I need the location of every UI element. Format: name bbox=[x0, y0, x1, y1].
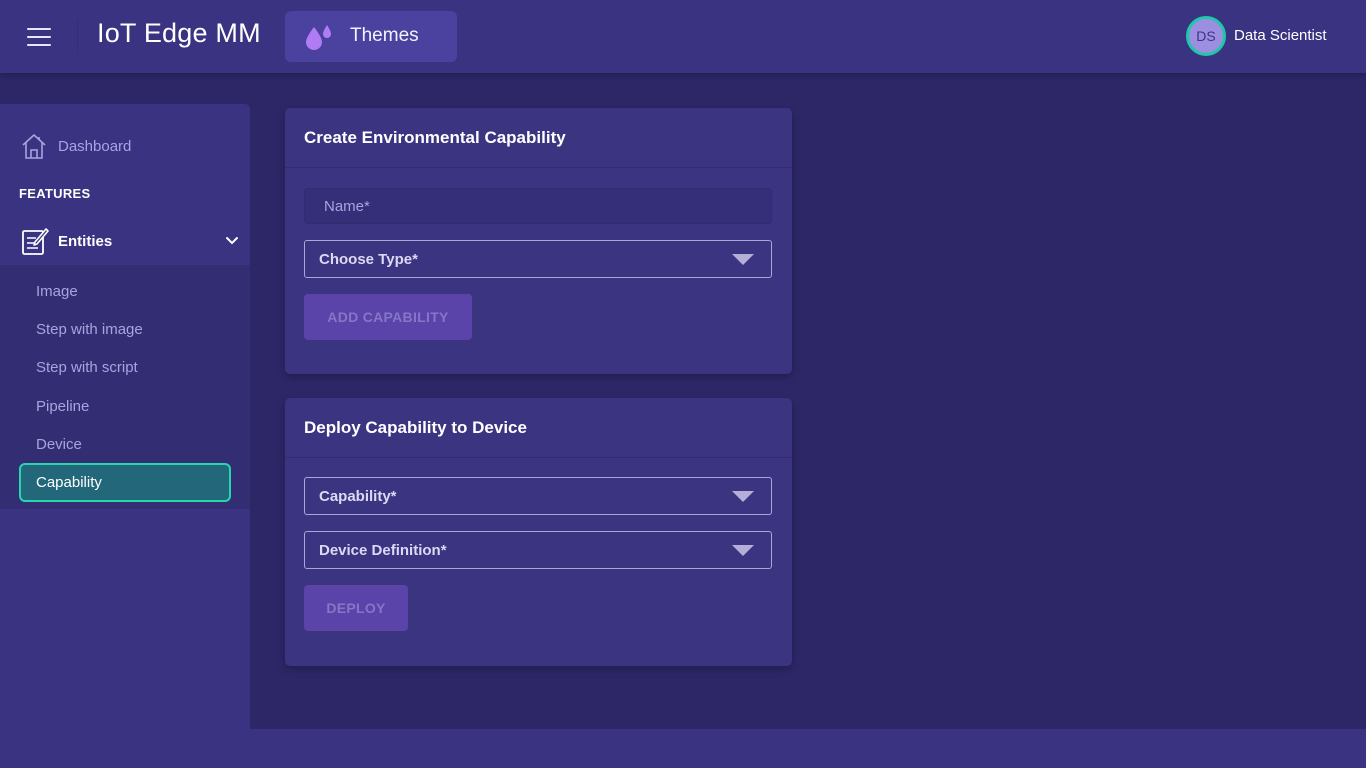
select-label: Device Definition* bbox=[319, 542, 447, 559]
footer bbox=[250, 729, 1366, 768]
home-icon bbox=[22, 134, 46, 159]
sidebar-item-step-with-image[interactable]: Step with image bbox=[36, 321, 143, 338]
deploy-capability-card: Deploy Capability to Device Capability* … bbox=[285, 398, 792, 666]
sidebar-item-step-with-script[interactable]: Step with script bbox=[36, 359, 138, 376]
create-capability-card: Create Environmental Capability Choose T… bbox=[285, 108, 792, 374]
sidebar-item-pipeline[interactable]: Pipeline bbox=[36, 398, 89, 415]
themes-label: Themes bbox=[350, 25, 419, 46]
card-divider bbox=[285, 167, 792, 168]
avatar[interactable]: DS bbox=[1186, 16, 1226, 56]
sidebar-group-entities[interactable]: Entities bbox=[0, 224, 250, 264]
themes-button[interactable]: Themes bbox=[285, 11, 457, 62]
select-label: Capability* bbox=[319, 488, 397, 505]
deploy-button[interactable]: DEPLOY bbox=[304, 585, 408, 631]
sidebar-item-device[interactable]: Device bbox=[36, 436, 82, 453]
card-title: Create Environmental Capability bbox=[304, 128, 566, 147]
card-title: Deploy Capability to Device bbox=[304, 418, 527, 437]
sidebar: Dashboard FEATURES Entities Image Step w… bbox=[0, 104, 250, 768]
sidebar-item-label: Capability bbox=[36, 474, 102, 491]
name-input[interactable] bbox=[304, 188, 772, 224]
device-definition-select[interactable]: Device Definition* bbox=[304, 531, 772, 569]
top-header: IoT Edge MM Themes DS Data Scientist bbox=[0, 0, 1366, 73]
add-capability-button[interactable]: ADD CAPABILITY bbox=[304, 294, 472, 340]
type-select[interactable]: Choose Type* bbox=[304, 240, 772, 278]
card-divider bbox=[285, 457, 792, 458]
capability-select[interactable]: Capability* bbox=[304, 477, 772, 515]
sidebar-item-capability[interactable]: Capability bbox=[19, 463, 231, 502]
caret-down-icon bbox=[732, 491, 754, 502]
sidebar-item-image[interactable]: Image bbox=[36, 283, 78, 300]
sidebar-item-dashboard[interactable]: Dashboard bbox=[20, 132, 240, 162]
section-heading: FEATURES bbox=[19, 186, 91, 201]
menu-icon[interactable] bbox=[27, 28, 51, 46]
caret-down-icon bbox=[732, 545, 754, 556]
caret-down-icon bbox=[732, 254, 754, 265]
select-label: Choose Type* bbox=[319, 251, 418, 268]
droplets-icon bbox=[306, 25, 331, 50]
chevron-down-icon bbox=[226, 237, 238, 245]
user-name[interactable]: Data Scientist bbox=[1234, 27, 1327, 44]
sidebar-item-label: Dashboard bbox=[58, 138, 132, 155]
sidebar-group-label: Entities bbox=[58, 233, 113, 250]
app-title: IoT Edge MM bbox=[97, 18, 261, 48]
header-divider bbox=[77, 20, 78, 53]
edit-document-icon bbox=[22, 228, 49, 255]
entities-submenu: Image Step with image Step with script P… bbox=[0, 265, 250, 509]
